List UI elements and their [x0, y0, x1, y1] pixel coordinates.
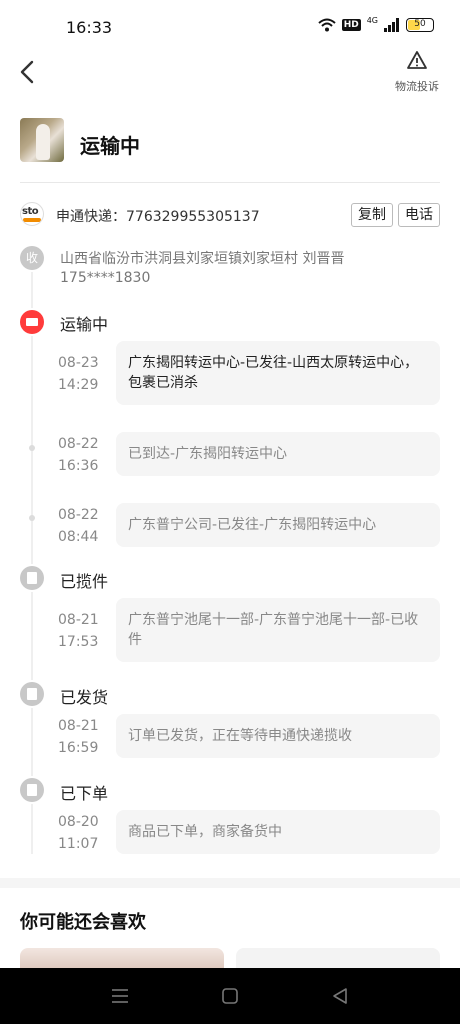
menu-icon	[112, 989, 128, 1003]
logistics-complaint-button[interactable]: 物流投诉	[394, 50, 440, 94]
stage-shipped: 已发货	[60, 688, 109, 707]
warning-icon	[407, 51, 427, 69]
triangle-back-icon	[333, 988, 347, 1004]
event-item: 订单已发货，正在等待申通快递揽收	[116, 714, 440, 758]
event-day: 08-23	[58, 355, 99, 371]
tracking-number: 申通快递：776329955305137	[56, 209, 260, 225]
status-bar: 16:33 HD 4G 50	[0, 0, 460, 56]
event-day: 08-21	[58, 718, 99, 734]
phone-button[interactable]: 电话	[398, 203, 440, 227]
product-thumbnail[interactable]	[20, 118, 64, 162]
shipping-status-title: 运输中	[80, 134, 140, 158]
event-time: 16:59	[58, 740, 99, 756]
complaint-label: 物流投诉	[395, 80, 439, 93]
top-nav: 物流投诉	[0, 51, 460, 96]
event-item: 商品已下单，商家备货中	[116, 810, 440, 854]
home-button[interactable]	[218, 984, 242, 1008]
system-back-button[interactable]	[328, 984, 352, 1008]
event-time: 11:07	[58, 836, 99, 852]
recommend-title: 你可能还会喜欢	[20, 912, 146, 933]
shipped-icon	[20, 682, 44, 706]
timeline-dot	[29, 515, 35, 521]
home-square-icon	[222, 988, 238, 1004]
stage-in-transit: 运输中	[60, 315, 109, 334]
courier-info: sto 申通快递：776329955305137 复制 电话	[20, 202, 440, 228]
event-date: 08-22 16:36	[58, 433, 99, 477]
chevron-left-icon	[20, 60, 34, 84]
event-item: 广东普宁池尾十一部-广东普宁池尾十一部-已收件	[116, 598, 440, 662]
signal-icon	[384, 18, 399, 32]
event-time: 16:36	[58, 458, 99, 474]
event-date: 08-21 17:53	[58, 609, 99, 653]
stage-picked-up: 已揽件	[60, 572, 109, 591]
battery-icon: 50	[406, 18, 434, 32]
event-day: 08-21	[58, 612, 99, 628]
hd-icon: HD	[341, 19, 361, 31]
timeline-connector	[31, 592, 33, 680]
copy-button[interactable]: 复制	[351, 203, 393, 227]
event-date: 08-21 16:59	[58, 715, 99, 759]
section-separator	[0, 878, 460, 888]
in-transit-icon	[20, 310, 44, 334]
stage-order-placed: 已下单	[60, 784, 109, 803]
back-button[interactable]	[16, 58, 40, 86]
wifi-icon	[318, 18, 336, 32]
event-day: 08-20	[58, 814, 99, 830]
receiver-icon: 收	[20, 246, 44, 270]
receiver-phone: 175****1830	[60, 270, 151, 286]
clock: 16:33	[66, 18, 113, 37]
sto-logo-text: sto	[22, 206, 39, 217]
recents-button[interactable]	[108, 984, 132, 1008]
event-time: 14:29	[58, 377, 99, 393]
event-day: 08-22	[58, 436, 99, 452]
event-time: 08:44	[58, 529, 99, 545]
network-type: 4G	[366, 15, 378, 25]
event-time: 17:53	[58, 634, 99, 650]
event-item: 广东普宁公司-已发往-广东揭阳转运中心	[116, 503, 440, 547]
event-item: 已到达-广东揭阳转运中心	[116, 432, 440, 476]
order-placed-icon	[20, 778, 44, 802]
event-day: 08-22	[58, 507, 99, 523]
status-icons: HD 4G 50	[318, 15, 434, 32]
battery-level: 50	[414, 19, 426, 29]
order-status-row: 运输中	[20, 118, 440, 164]
divider	[20, 182, 440, 183]
timeline-dot	[29, 445, 35, 451]
receiver-address: 山西省临汾市洪洞县刘家垣镇刘家垣村 刘晋晋	[60, 251, 345, 267]
sto-logo: sto	[20, 202, 44, 226]
event-date: 08-20 11:07	[58, 811, 99, 855]
event-item: 广东揭阳转运中心-已发往-山西太原转运中心，包裹已消杀	[116, 341, 440, 405]
timeline-connector	[31, 272, 33, 308]
timeline-connector	[31, 804, 33, 854]
picked-up-icon	[20, 566, 44, 590]
event-date: 08-22 08:44	[58, 504, 99, 548]
timeline-connector	[31, 708, 33, 776]
system-nav-bar	[0, 968, 460, 1024]
event-date: 08-23 14:29	[58, 352, 99, 396]
